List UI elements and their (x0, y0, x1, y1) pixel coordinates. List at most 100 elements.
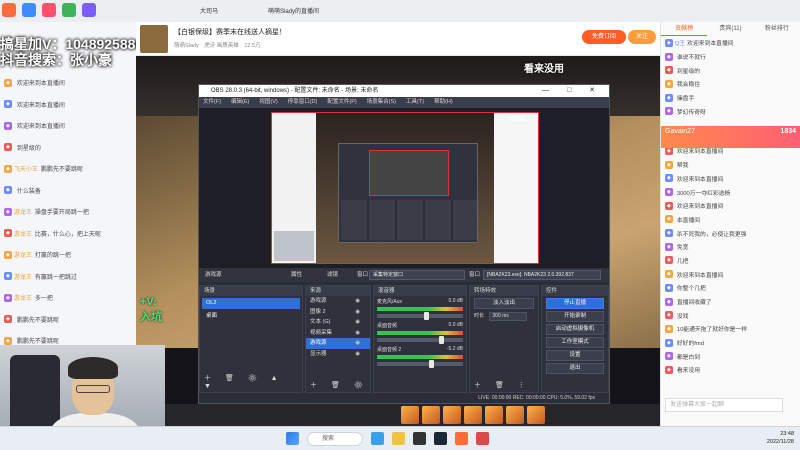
chat-username[interactable]: Q王 (675, 38, 685, 47)
obs-menu-item[interactable]: 场景集合(S) (367, 97, 396, 108)
scene-item[interactable]: OL2 (202, 298, 300, 309)
transition-toolbar[interactable]: ＋ 🗑 ⋮ (474, 380, 531, 390)
chat-username[interactable]: 游龙王 (14, 293, 32, 302)
right-chat-message: ◆ 直播间收藏了 (661, 295, 800, 309)
source-item[interactable]: 视频采集 ◉ (306, 328, 370, 339)
gift-strip (165, 404, 660, 426)
obs-menu-item[interactable]: 编辑(E) (231, 97, 249, 108)
visibility-eye-icon[interactable]: ◉ (355, 307, 360, 318)
obs-menu-item[interactable]: 帮助(H) (434, 97, 453, 108)
window-controls[interactable]: — □ ✕ (542, 85, 603, 97)
chat-text: 本直播间 (676, 217, 701, 224)
gift-icon[interactable] (506, 406, 524, 424)
right-chat-message: ◆ Q王 欢迎来到本直播间 (661, 36, 800, 50)
source-item[interactable]: 文本 (G) ◉ (306, 317, 370, 328)
app-icon[interactable] (2, 3, 16, 17)
settings-button[interactable]: 设置 (546, 350, 604, 361)
exit-button[interactable]: 退出 (546, 363, 604, 374)
window-select[interactable]: [NBA2K23.exe]: NBA2K23 2.0.392.837 (483, 270, 601, 280)
left-chat-message: ◆ 鹏鹏先不要跳呢 (0, 309, 136, 331)
tab-dasima[interactable]: 大司马 (200, 6, 218, 15)
source-item[interactable]: 图像 2 ◉ (306, 307, 370, 318)
chat-text: 杀不死我的，必使让我更强 (676, 231, 747, 238)
app-icon[interactable] (42, 3, 56, 17)
level-badge-icon: ◆ (665, 297, 673, 306)
obs-icon[interactable] (413, 432, 426, 445)
chat-username[interactable]: 游龙王 (14, 229, 32, 238)
level-badge-icon: ◆ (665, 338, 673, 347)
app-icon[interactable] (62, 3, 76, 17)
tab-vip[interactable]: 贵宾(11) (707, 22, 753, 36)
start-virtual-camera-button[interactable]: 启动虚拟摄像机 (546, 324, 604, 335)
streamer-name: 萌萌Slady 虎牙 画质英雄 12.5万 (174, 43, 261, 49)
app-icon[interactable] (476, 432, 489, 445)
source-item[interactable]: 游戏源 ◉ (306, 296, 370, 307)
steam-icon[interactable] (434, 432, 447, 445)
obs-menu-item[interactable]: 文件(F) (203, 97, 221, 108)
capture-mode-select[interactable]: 采集特定窗口 (369, 270, 465, 280)
start-icon[interactable] (286, 432, 299, 445)
chat-text: 3000万一夺红彩选杨 (676, 190, 731, 197)
scene-item[interactable]: 桌面 (202, 311, 300, 322)
obs-menu-item[interactable]: 配置文件(P) (327, 97, 356, 108)
huya-icon[interactable] (455, 432, 468, 445)
obs-menu-item[interactable]: 停靠窗口(D) (288, 97, 318, 108)
taskbar-search[interactable]: 搜索 (307, 432, 363, 446)
obs-menu-item[interactable]: 视图(V) (259, 97, 277, 108)
filters-button[interactable]: 滤镜 (327, 268, 338, 282)
visibility-eye-icon[interactable]: ◉ (355, 338, 360, 349)
duration-input[interactable]: 300 ms (489, 312, 528, 321)
chat-username[interactable]: 游龙王 (14, 250, 32, 259)
visibility-eye-icon[interactable]: ◉ (355, 328, 360, 339)
level-badge-icon: ◆ (665, 256, 673, 265)
controls-dock: 控件 停止直播 开始录制 启动虚拟摄像机 工作室模式 设置 退出 (541, 285, 609, 393)
gift-icon[interactable] (443, 406, 461, 424)
chat-username[interactable]: 飞天小王 (14, 164, 38, 173)
right-chat-message: ◆ 我会稳住 (661, 77, 800, 91)
source-item[interactable]: 显示器 ◉ (306, 349, 370, 360)
volume-slider[interactable] (377, 336, 463, 344)
gift-icon[interactable] (485, 406, 503, 424)
side-tag: +V: 入坑 (140, 296, 162, 323)
volume-slider[interactable] (377, 360, 463, 368)
tab-fans[interactable]: 粉丝排行 (754, 22, 800, 36)
source-toolbar[interactable]: ＋ 🗑 ⚙ (310, 380, 369, 390)
level-badge-icon: ◆ (4, 164, 12, 173)
tab-contribution[interactable]: 贡献榜 (661, 22, 708, 36)
gift-icon[interactable] (464, 406, 482, 424)
transition-select[interactable]: 淡入淡出 (474, 298, 534, 309)
properties-button[interactable]: 属性 (291, 268, 302, 282)
obs-menu-item[interactable]: 工具(T) (406, 97, 424, 108)
gift-icon[interactable] (527, 406, 545, 424)
tab-stream[interactable]: 萌萌Slady的直播间 (268, 6, 319, 15)
studio-mode-button[interactable]: 工作室模式 (546, 337, 604, 348)
level-badge-icon: ◆ (665, 365, 673, 374)
gift-icon[interactable] (401, 406, 419, 424)
app-icon[interactable] (22, 3, 36, 17)
start-recording-button[interactable]: 开始录制 (546, 311, 604, 322)
volume-knob[interactable] (438, 336, 444, 344)
follow-button[interactable]: 关注 (628, 30, 656, 44)
streamer-avatar[interactable] (140, 25, 168, 53)
volume-knob[interactable] (424, 312, 430, 320)
chat-username[interactable]: 游龙王 (14, 207, 32, 216)
gift-icon[interactable] (422, 406, 440, 424)
volume-slider[interactable] (377, 312, 463, 320)
source-item[interactable]: 游戏源 ◉ (306, 338, 370, 349)
app-icon[interactable] (82, 3, 96, 17)
visibility-eye-icon[interactable]: ◉ (355, 296, 360, 307)
visibility-eye-icon[interactable]: ◉ (355, 349, 360, 360)
chat-username[interactable]: 游龙王 (14, 272, 32, 281)
obs-window[interactable]: OBS 28.0.3 (64-bit, windows) - 配置文件: 未命名… (198, 84, 610, 404)
folder-icon[interactable] (392, 432, 405, 445)
right-chat-list: ◆ Q王 欢迎来到本直播间 ◆ 谁说不就行 ◆ 到星级的 ◆ 我会稳住 ◆ 操盘手 ◆ 梦幻传奇呀 ◆ 欢迎… (661, 36, 800, 377)
scene-toolbar[interactable]: ＋ 🗑 ⚙ ▲ ▼ (204, 373, 302, 390)
danmu-input[interactable]: 发送弹幕大家一起聊 (665, 398, 783, 412)
edge-icon[interactable] (371, 432, 384, 445)
obs-preview[interactable]: CORE (199, 108, 609, 268)
volume-knob[interactable] (428, 360, 434, 368)
stop-streaming-button[interactable]: 停止直播 (546, 298, 604, 309)
preview-frame[interactable]: CORE (271, 112, 539, 264)
subscribe-button[interactable]: 免费订阅 (582, 30, 626, 44)
visibility-eye-icon[interactable]: ◉ (355, 317, 360, 328)
